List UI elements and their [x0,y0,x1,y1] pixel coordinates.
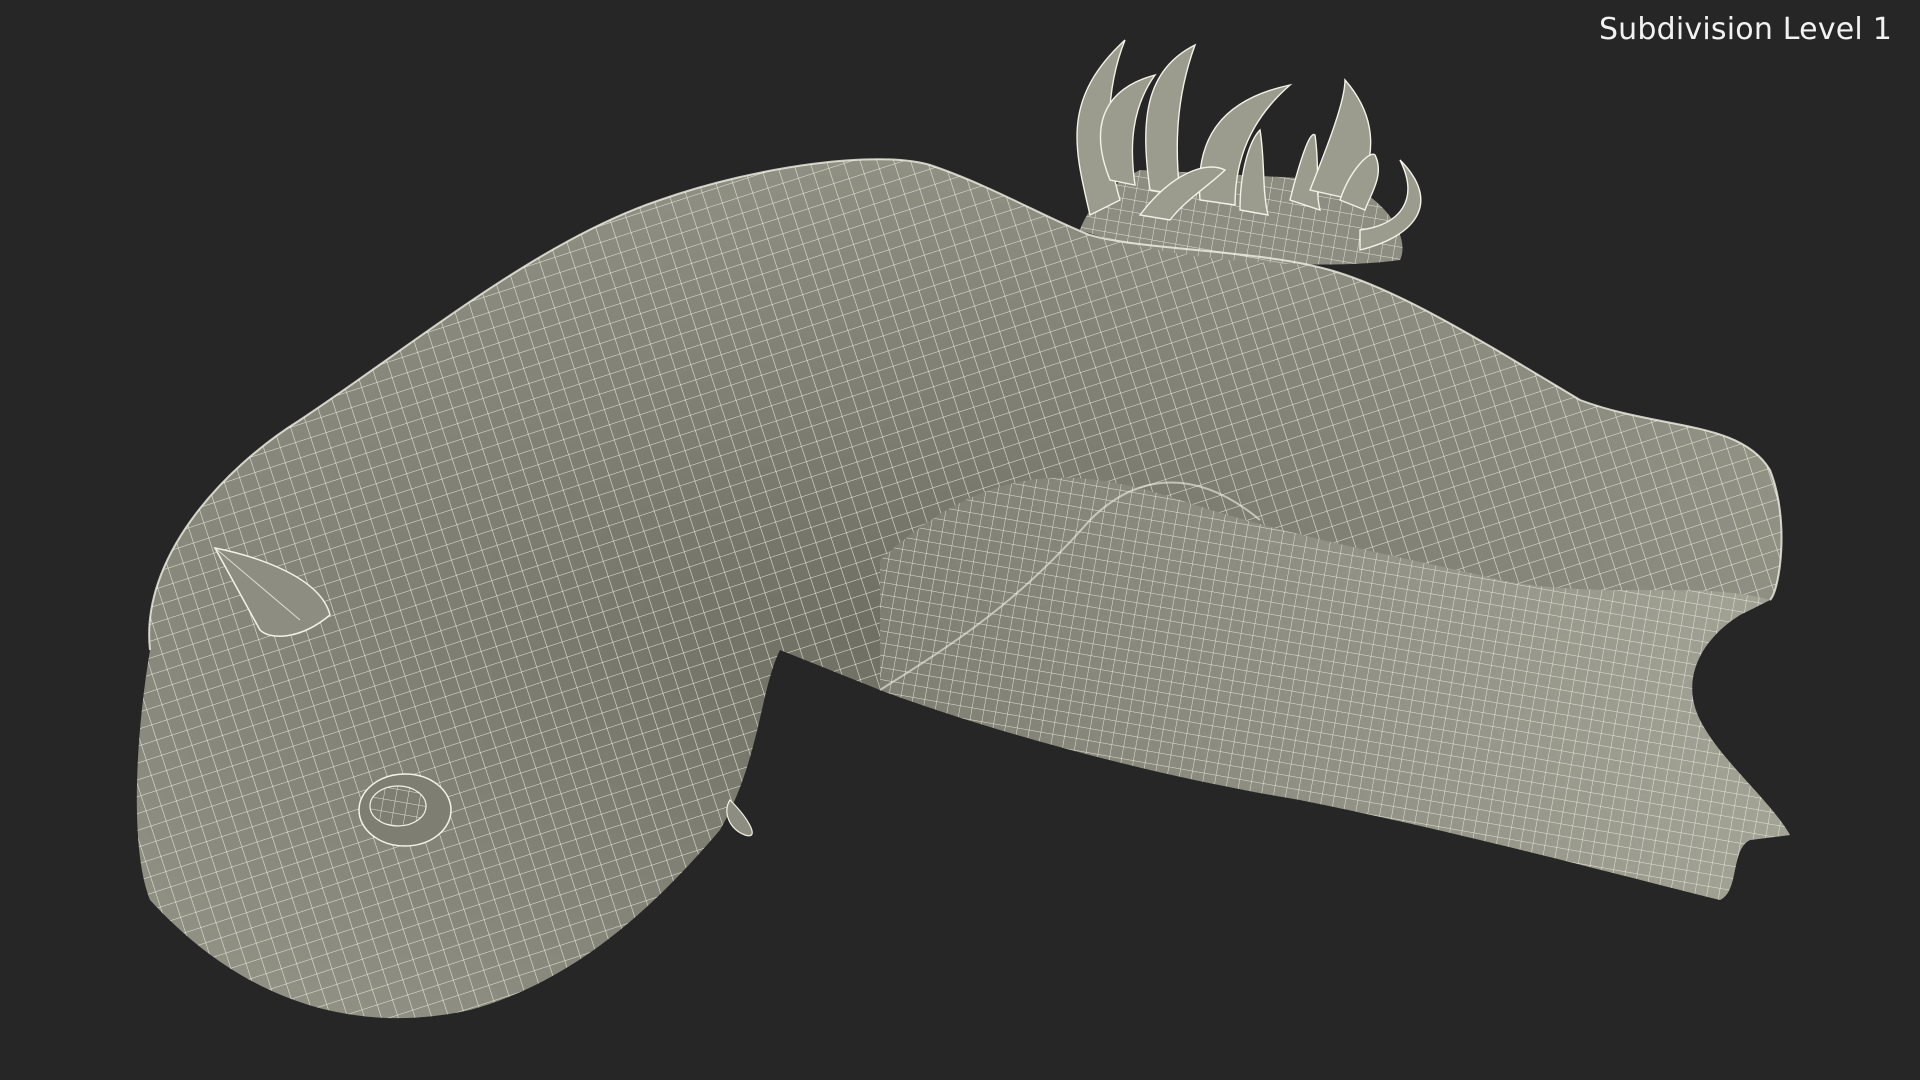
subdivision-level-label: Subdivision Level 1 [1598,12,1892,47]
mesh-render [136,39,1790,1019]
slug-body [136,159,1790,1019]
viewport[interactable]: Subdivision Level 1 [0,0,1920,1080]
gill-plume [1076,39,1422,265]
